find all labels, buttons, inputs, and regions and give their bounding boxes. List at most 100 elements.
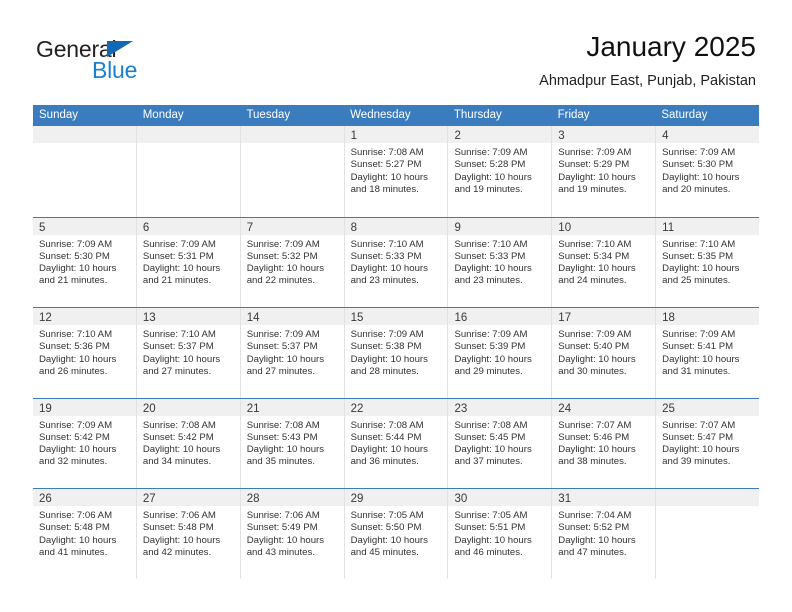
day-number: 11 bbox=[662, 221, 675, 234]
daylight-text-line2: and 19 minutes. bbox=[558, 183, 627, 195]
day-number-band bbox=[240, 126, 344, 143]
day-cell[interactable]: 6 Sunrise: 7:09 AM Sunset: 5:31 PM Dayli… bbox=[136, 217, 241, 307]
daylight-text-line2: and 23 minutes. bbox=[350, 275, 419, 287]
calendar-grid: Sunday Monday Tuesday Wednesday Thursday… bbox=[33, 105, 760, 579]
day-details: Sunrise: 7:10 AM Sunset: 5:37 PM Dayligh… bbox=[137, 325, 240, 378]
sunset-text: Sunset: 5:37 PM bbox=[246, 341, 318, 353]
day-number: 23 bbox=[454, 402, 468, 415]
daylight-text-line1: Daylight: 10 hours bbox=[558, 444, 636, 456]
day-cell[interactable]: 9 Sunrise: 7:10 AM Sunset: 5:33 PM Dayli… bbox=[448, 217, 553, 307]
day-number-band: 21 bbox=[240, 398, 344, 416]
day-cell[interactable] bbox=[240, 126, 345, 217]
daylight-text-line2: and 43 minutes. bbox=[246, 546, 315, 558]
day-number: 31 bbox=[558, 493, 572, 505]
day-details: Sunrise: 7:08 AM Sunset: 5:44 PM Dayligh… bbox=[345, 416, 448, 469]
day-cell[interactable]: 30 Sunrise: 7:05 AM Sunset: 5:51 PM Dayl… bbox=[448, 489, 553, 579]
day-cell[interactable]: 19 Sunrise: 7:09 AM Sunset: 5:42 PM Dayl… bbox=[33, 398, 137, 488]
daylight-text-line1: Daylight: 10 hours bbox=[558, 534, 636, 546]
day-cell[interactable]: 17 Sunrise: 7:09 AM Sunset: 5:40 PM Dayl… bbox=[552, 308, 657, 398]
day-number-band: 20 bbox=[136, 398, 240, 416]
day-number-band: 25 bbox=[656, 398, 760, 416]
day-number-band: 22 bbox=[344, 398, 448, 416]
sunset-text: Sunset: 5:48 PM bbox=[39, 522, 110, 534]
day-cell[interactable]: 1 Sunrise: 7:08 AM Sunset: 5:27 PM Dayli… bbox=[344, 126, 449, 217]
day-number-band: 31 bbox=[552, 489, 656, 506]
day-cell[interactable]: 22 Sunrise: 7:08 AM Sunset: 5:44 PM Dayl… bbox=[344, 398, 449, 488]
day-number-band: 13 bbox=[136, 308, 240, 325]
day-cell[interactable]: 16 Sunrise: 7:09 AM Sunset: 5:39 PM Dayl… bbox=[448, 308, 553, 398]
daylight-text-line1: Daylight: 10 hours bbox=[246, 263, 325, 275]
day-cell[interactable] bbox=[136, 126, 241, 217]
day-cell[interactable]: 27 Sunrise: 7:06 AM Sunset: 5:48 PM Dayl… bbox=[136, 489, 241, 579]
daylight-text-line2: and 20 minutes. bbox=[662, 183, 731, 195]
day-cell[interactable]: 26 Sunrise: 7:06 AM Sunset: 5:48 PM Dayl… bbox=[33, 489, 137, 579]
week-row: 1 Sunrise: 7:08 AM Sunset: 5:27 PM Dayli… bbox=[33, 126, 760, 217]
day-cell[interactable]: 18 Sunrise: 7:09 AM Sunset: 5:41 PM Dayl… bbox=[656, 308, 760, 398]
sunset-text: Sunset: 5:43 PM bbox=[246, 431, 318, 443]
sunrise-text: Sunrise: 7:09 AM bbox=[39, 419, 113, 431]
day-cell[interactable]: 14 Sunrise: 7:09 AM Sunset: 5:37 PM Dayl… bbox=[240, 308, 345, 398]
day-cell[interactable]: 7 Sunrise: 7:09 AM Sunset: 5:32 PM Dayli… bbox=[240, 217, 345, 307]
logo-triangle-icon bbox=[107, 41, 133, 57]
sunrise-text: Sunrise: 7:09 AM bbox=[39, 238, 113, 250]
daylight-text-line2: and 27 minutes. bbox=[142, 365, 212, 377]
day-number-band bbox=[656, 489, 760, 506]
day-cell[interactable]: 11 Sunrise: 7:10 AM Sunset: 5:35 PM Dayl… bbox=[656, 217, 760, 307]
day-cell[interactable]: 29 Sunrise: 7:05 AM Sunset: 5:50 PM Dayl… bbox=[344, 489, 449, 579]
day-number: 30 bbox=[454, 493, 468, 505]
page-title: January 2025 bbox=[586, 31, 756, 62]
day-cell[interactable]: 23 Sunrise: 7:08 AM Sunset: 5:45 PM Dayl… bbox=[448, 398, 553, 488]
sunset-text: Sunset: 5:30 PM bbox=[662, 159, 734, 171]
day-number: 25 bbox=[662, 402, 675, 415]
day-number: 19 bbox=[39, 402, 52, 415]
day-cell[interactable] bbox=[656, 489, 760, 579]
day-cell[interactable]: 25 Sunrise: 7:07 AM Sunset: 5:47 PM Dayl… bbox=[656, 398, 760, 488]
sunset-text: Sunset: 5:34 PM bbox=[558, 250, 630, 262]
daylight-text-line2: and 23 minutes. bbox=[454, 275, 523, 287]
sunrise-text: Sunrise: 7:09 AM bbox=[662, 329, 736, 340]
day-cell[interactable] bbox=[33, 126, 137, 217]
daylight-text-line1: Daylight: 10 hours bbox=[558, 353, 636, 365]
day-details: Sunrise: 7:09 AM Sunset: 5:30 PM Dayligh… bbox=[656, 143, 759, 196]
day-cell[interactable]: 15 Sunrise: 7:09 AM Sunset: 5:38 PM Dayl… bbox=[344, 308, 449, 398]
week-row: 19 Sunrise: 7:09 AM Sunset: 5:42 PM Dayl… bbox=[33, 397, 760, 488]
day-number-band: 26 bbox=[33, 489, 136, 506]
day-number: 29 bbox=[350, 493, 364, 505]
day-cell[interactable]: 28 Sunrise: 7:06 AM Sunset: 5:49 PM Dayl… bbox=[240, 489, 345, 579]
day-cell[interactable]: 13 Sunrise: 7:10 AM Sunset: 5:37 PM Dayl… bbox=[136, 308, 241, 398]
day-number: 5 bbox=[39, 221, 46, 234]
sunrise-text: Sunrise: 7:09 AM bbox=[454, 329, 528, 340]
daylight-text-line1: Daylight: 10 hours bbox=[246, 353, 325, 365]
generalblue-logo[interactable]: General Blue bbox=[36, 36, 246, 92]
day-cell[interactable]: 8 Sunrise: 7:10 AM Sunset: 5:33 PM Dayli… bbox=[344, 217, 449, 307]
day-cell[interactable]: 31 Sunrise: 7:04 AM Sunset: 5:52 PM Dayl… bbox=[552, 489, 657, 579]
sunrise-text: Sunrise: 7:05 AM bbox=[454, 510, 528, 521]
day-cell[interactable]: 2 Sunrise: 7:09 AM Sunset: 5:28 PM Dayli… bbox=[448, 126, 553, 217]
day-number: 7 bbox=[246, 221, 254, 234]
day-number-band bbox=[33, 126, 136, 143]
daylight-text-line1: Daylight: 10 hours bbox=[246, 444, 325, 456]
day-cell[interactable]: 12 Sunrise: 7:10 AM Sunset: 5:36 PM Dayl… bbox=[33, 308, 137, 398]
daylight-text-line1: Daylight: 10 hours bbox=[350, 171, 428, 183]
day-cell[interactable]: 24 Sunrise: 7:07 AM Sunset: 5:46 PM Dayl… bbox=[552, 398, 657, 488]
day-number: 6 bbox=[142, 221, 150, 234]
day-number-band: 19 bbox=[33, 398, 136, 416]
daylight-text-line2: and 19 minutes. bbox=[454, 183, 523, 195]
day-number: 9 bbox=[454, 221, 461, 234]
day-cell[interactable]: 5 Sunrise: 7:09 AM Sunset: 5:30 PM Dayli… bbox=[33, 217, 137, 307]
day-cell[interactable]: 10 Sunrise: 7:10 AM Sunset: 5:34 PM Dayl… bbox=[552, 217, 657, 307]
day-cell[interactable]: 20 Sunrise: 7:08 AM Sunset: 5:42 PM Dayl… bbox=[136, 398, 241, 488]
day-details bbox=[137, 143, 240, 147]
day-cell[interactable]: 4 Sunrise: 7:09 AM Sunset: 5:30 PM Dayli… bbox=[656, 126, 760, 217]
day-number-band: 14 bbox=[240, 308, 344, 325]
week-row: 5 Sunrise: 7:09 AM Sunset: 5:30 PM Dayli… bbox=[33, 216, 760, 307]
day-cell[interactable]: 21 Sunrise: 7:08 AM Sunset: 5:43 PM Dayl… bbox=[240, 398, 345, 488]
sunrise-text: Sunrise: 7:10 AM bbox=[662, 238, 736, 250]
day-number-band: 3 bbox=[552, 126, 656, 143]
day-details: Sunrise: 7:09 AM Sunset: 5:30 PM Dayligh… bbox=[33, 235, 136, 288]
day-cell[interactable]: 3 Sunrise: 7:09 AM Sunset: 5:29 PM Dayli… bbox=[552, 126, 657, 217]
day-number-band: 5 bbox=[33, 217, 136, 235]
sunrise-text: Sunrise: 7:10 AM bbox=[454, 238, 528, 250]
sunset-text: Sunset: 5:46 PM bbox=[558, 431, 630, 443]
day-details: Sunrise: 7:08 AM Sunset: 5:45 PM Dayligh… bbox=[448, 416, 551, 469]
